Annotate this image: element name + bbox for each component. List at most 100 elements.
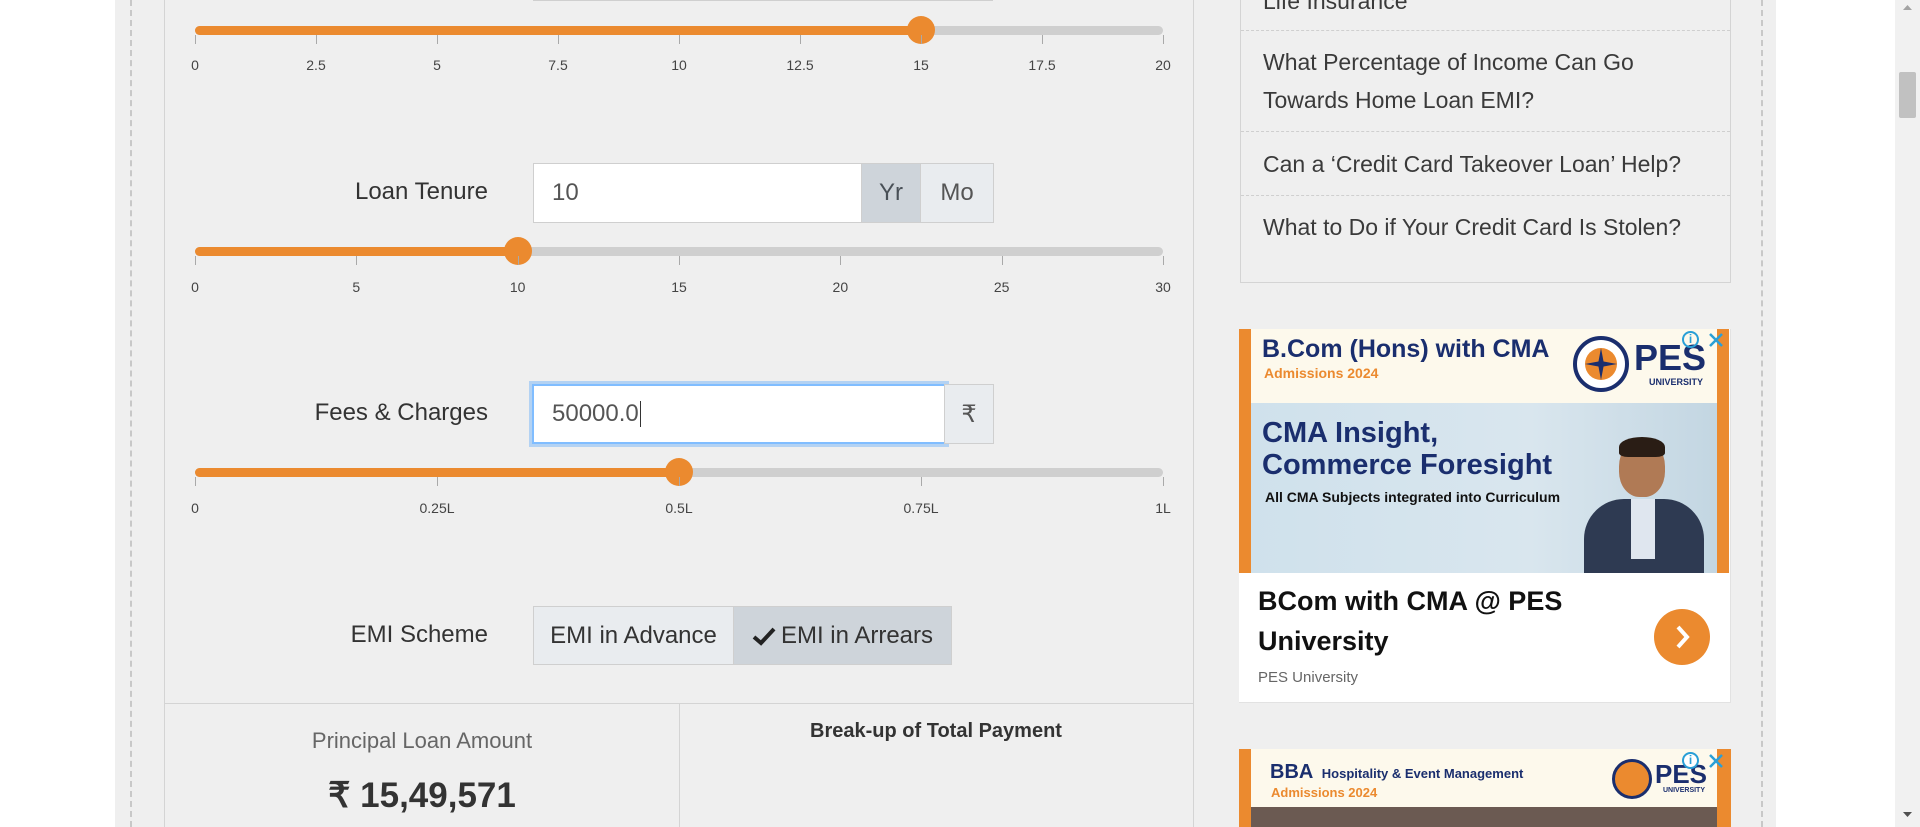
tenure-slider-tick xyxy=(1163,256,1164,265)
fees-slider-tick-label: 0 xyxy=(191,500,199,516)
compass-icon xyxy=(1585,348,1617,380)
fees-charges-input[interactable]: 50000.0 xyxy=(532,384,946,444)
ad-title[interactable]: BCom with CMA @ PES University xyxy=(1258,581,1588,661)
tenure-slider-tick-label: 15 xyxy=(671,279,687,295)
page-scrollbar[interactable] xyxy=(1895,0,1920,827)
ad2-image-area xyxy=(1251,807,1717,827)
sidebar-divider xyxy=(1241,195,1730,196)
tenure-slider-tick xyxy=(840,256,842,265)
fees-slider-tick-label: 1L xyxy=(1155,500,1171,516)
fees-slider-tick xyxy=(921,477,922,486)
ad-open-button[interactable] xyxy=(1654,609,1710,665)
interest-slider-tick xyxy=(921,35,922,44)
tenure-slider-tick-label: 25 xyxy=(993,279,1010,295)
interest-slider-tick-label: 20 xyxy=(1155,57,1171,73)
loan-tenure-label: Loan Tenure xyxy=(354,178,488,205)
tenure-slider-tick xyxy=(517,256,519,265)
fees-charges-label: Fees & Charges xyxy=(314,399,488,426)
fees-slider-tick xyxy=(1163,477,1164,486)
sidebar-related-articles: Life Insurance What Percentage of Income… xyxy=(1240,0,1731,283)
check-icon xyxy=(752,627,776,646)
tenure-year-toggle[interactable]: Yr xyxy=(861,163,921,223)
interest-slider-tick xyxy=(800,35,801,44)
ad-brand-sub: UNIVERSITY xyxy=(1649,377,1704,387)
ad-banner-line3: All CMA Subjects integrated into Curricu… xyxy=(1265,489,1561,505)
sidebar-link-life-insurance[interactable]: Life Insurance xyxy=(1263,0,1407,20)
fees-slider-fill xyxy=(195,468,679,477)
ad2-subline: Admissions 2024 xyxy=(1271,785,1378,800)
fees-slider-tick xyxy=(195,477,196,486)
interest-slider-tick xyxy=(437,35,438,44)
pes-logo-icon xyxy=(1612,759,1652,799)
ad-close-icon[interactable] xyxy=(1708,332,1724,348)
ad2-brand-sub: UNIVERSITY xyxy=(1663,787,1706,794)
fees-slider-tick xyxy=(679,477,680,486)
pes-logo-icon xyxy=(1573,336,1629,392)
ad2-headline-main: BBA xyxy=(1270,761,1314,783)
interest-input-bottom-edge xyxy=(533,0,993,1)
ad-info-icon[interactable]: i xyxy=(1682,331,1699,348)
interest-slider-tick-label: 12.5 xyxy=(786,57,814,73)
tenure-slider-tick-label: 5 xyxy=(352,279,361,295)
ad2-close-icon[interactable] xyxy=(1708,753,1724,769)
fees-slider-tick-label: 0.25L xyxy=(419,500,455,516)
loan-tenure-slider[interactable] xyxy=(195,237,1163,265)
sidebar-link-credit-card-takeover[interactable]: Can a ‘Credit Card Takeover Loan’ Help? xyxy=(1263,145,1681,183)
page-border-left xyxy=(130,0,132,827)
fees-charges-value: 50000.0 xyxy=(552,400,639,427)
tenure-slider-tick xyxy=(356,256,358,265)
ad-banner[interactable]: B.Com (Hons) with CMA Admissions 2024 PE… xyxy=(1239,329,1729,573)
interest-slider-tick xyxy=(1042,35,1043,44)
tenure-slider-tick-label: 0 xyxy=(191,279,199,295)
ad2-info-icon[interactable]: i xyxy=(1682,752,1699,769)
tenure-slider-tick-label: 20 xyxy=(832,279,849,295)
principal-amount-label: Principal Loan Amount xyxy=(311,728,533,753)
page-border-right xyxy=(1761,0,1763,827)
interest-slider-tick xyxy=(1163,35,1164,44)
emi-in-arrears-option[interactable]: EMI in Arrears xyxy=(733,606,952,665)
ad-person-image xyxy=(1579,437,1709,573)
tenure-slider-tick-label: 10 xyxy=(509,279,526,295)
sidebar-link-home-loan-emi[interactable]: What Percentage of Income Can Go Towards… xyxy=(1263,43,1683,119)
advertisement-pes-bcom[interactable]: B.Com (Hons) with CMA Admissions 2024 PE… xyxy=(1239,329,1731,703)
sidebar-divider xyxy=(1241,30,1730,31)
currency-addon: ₹ xyxy=(944,384,994,444)
person-shirt xyxy=(1631,499,1655,559)
ad2-headline-rest: Hospitality & Event Management xyxy=(1321,766,1524,781)
scroll-up-arrow-icon[interactable] xyxy=(1895,0,1920,14)
advertisement-pes-bba[interactable]: BBA Hospitality & Event Management Admis… xyxy=(1239,749,1731,827)
sidebar-divider xyxy=(1241,131,1730,132)
fees-charges-slider[interactable] xyxy=(195,458,1163,486)
scrollbar-thumb[interactable] xyxy=(1899,72,1916,118)
ad-banner-line2: Commerce Foresight xyxy=(1262,449,1553,481)
interest-slider-tick-label: 2.5 xyxy=(306,57,326,73)
emi-in-arrears-label: EMI in Arrears xyxy=(780,621,934,649)
fees-slider-tick-label: 0.75L xyxy=(903,500,939,516)
ad-advertiser: PES University xyxy=(1258,669,1359,686)
interest-slider-tick xyxy=(558,35,559,44)
text-caret xyxy=(639,401,641,427)
emi-in-advance-option[interactable]: EMI in Advance xyxy=(533,606,734,665)
tenure-slider-fill xyxy=(195,247,518,256)
interest-rate-slider[interactable] xyxy=(195,16,1163,44)
interest-slider-tick-label: 15 xyxy=(913,57,929,73)
ad2-headline: BBA Hospitality & Event Management xyxy=(1270,761,1523,784)
breakup-title: Break-up of Total Payment xyxy=(810,720,1062,742)
loan-tenure-input[interactable]: 10 xyxy=(533,163,863,223)
interest-slider-tick xyxy=(679,35,680,44)
tenure-slider-tick xyxy=(679,256,680,265)
interest-slider-tick-label: 17.5 xyxy=(1028,57,1056,73)
ad-subline: Admissions 2024 xyxy=(1264,365,1379,381)
interest-slider-tick xyxy=(195,35,196,44)
fees-slider-tick xyxy=(437,477,438,486)
sidebar-link-credit-card-stolen[interactable]: What to Do if Your Credit Card Is Stolen… xyxy=(1263,208,1681,246)
ad-headline: B.Com (Hons) with CMA xyxy=(1262,335,1550,363)
scroll-down-arrow-icon[interactable] xyxy=(1895,808,1920,822)
interest-slider-fill xyxy=(195,26,921,35)
person-hair xyxy=(1619,437,1665,457)
interest-slider-tick-label: 10 xyxy=(671,57,687,73)
principal-amount-value: ₹ 15,49,571 xyxy=(328,776,516,815)
interest-slider-tick-label: 7.5 xyxy=(548,57,568,73)
tenure-month-toggle[interactable]: Mo xyxy=(920,163,994,223)
chevron-right-icon xyxy=(1676,625,1690,649)
